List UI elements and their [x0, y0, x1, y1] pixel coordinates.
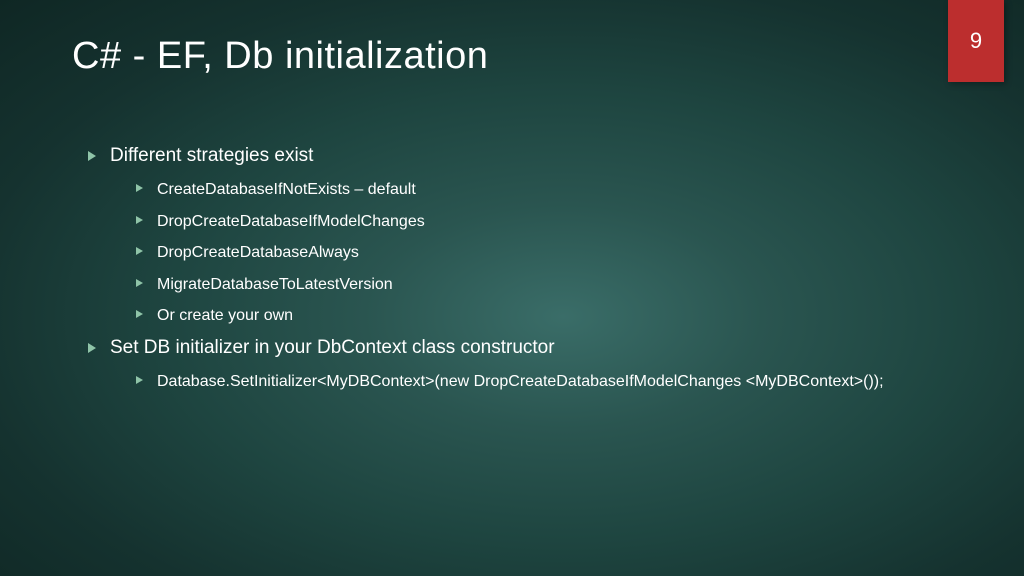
bullet-item: Or create your own — [136, 305, 944, 327]
bullet-text: DropCreateDatabaseAlways — [157, 242, 944, 264]
triangle-bullet-icon — [136, 310, 143, 318]
triangle-bullet-icon — [136, 279, 143, 287]
bullet-text: Set DB initializer in your DbContext cla… — [110, 337, 944, 359]
bullet-item: MigrateDatabaseToLatestVersion — [136, 274, 944, 296]
bullet-text: Different strategies exist — [110, 145, 944, 167]
page-number: 9 — [970, 28, 982, 54]
triangle-bullet-icon — [136, 247, 143, 255]
triangle-bullet-icon — [88, 151, 96, 161]
bullet-text: DropCreateDatabaseIfModelChanges — [157, 211, 944, 233]
bullet-text: MigrateDatabaseToLatestVersion — [157, 274, 944, 296]
triangle-bullet-icon — [136, 376, 143, 384]
slide-title: C# - EF, Db initialization — [72, 35, 488, 78]
triangle-bullet-icon — [136, 184, 143, 192]
bullet-item: Different strategies exist — [88, 145, 944, 167]
triangle-bullet-icon — [88, 343, 96, 353]
triangle-bullet-icon — [136, 216, 143, 224]
bullet-text: CreateDatabaseIfNotExists – default — [157, 179, 944, 201]
bullet-text: Or create your own — [157, 305, 944, 327]
bullet-item: Database.SetInitializer<MyDBContext>(new… — [136, 371, 944, 393]
bullet-item: Set DB initializer in your DbContext cla… — [88, 337, 944, 359]
bullet-text: Database.SetInitializer<MyDBContext>(new… — [157, 371, 944, 393]
slide-content: Different strategies exist CreateDatabas… — [88, 145, 944, 403]
bullet-item: CreateDatabaseIfNotExists – default — [136, 179, 944, 201]
bullet-item: DropCreateDatabaseAlways — [136, 242, 944, 264]
page-number-badge: 9 — [948, 0, 1004, 82]
bullet-item: DropCreateDatabaseIfModelChanges — [136, 211, 944, 233]
